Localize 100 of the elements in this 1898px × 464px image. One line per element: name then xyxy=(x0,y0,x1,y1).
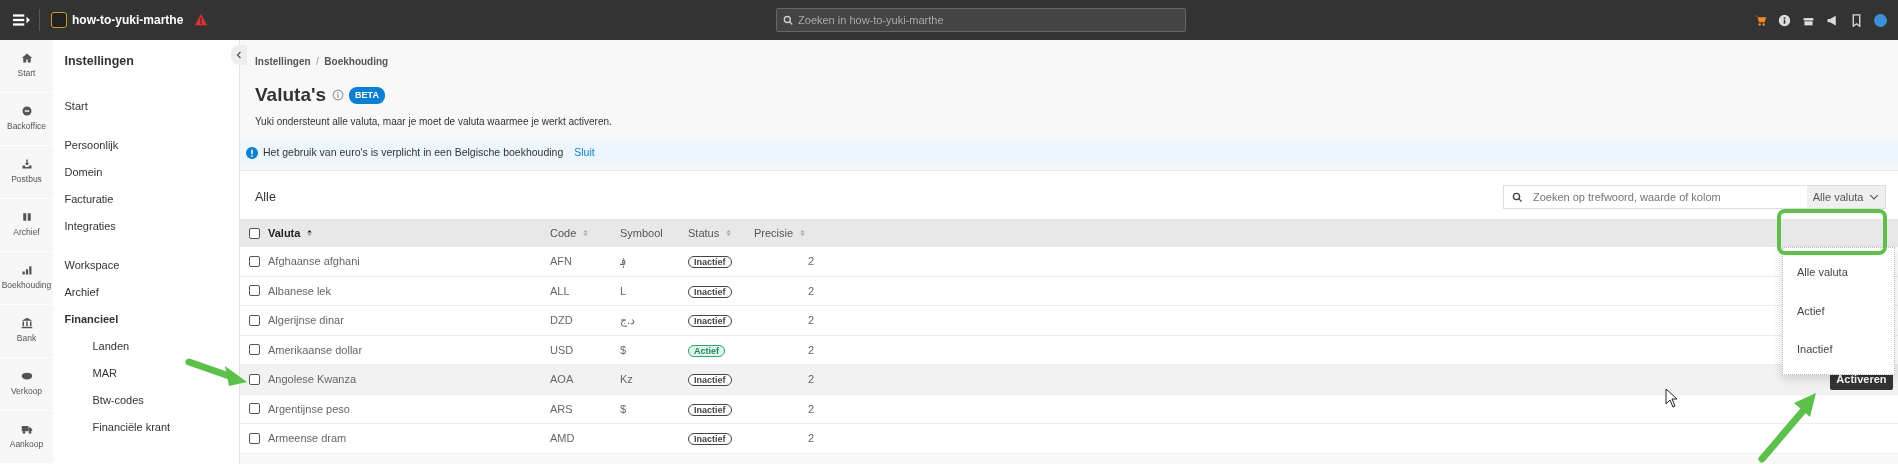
row-checkbox[interactable] xyxy=(248,373,260,385)
alert-icon xyxy=(245,146,258,159)
sidebar-item[interactable]: Facturatie xyxy=(58,185,114,213)
home-icon xyxy=(20,52,33,65)
search-icon xyxy=(782,14,794,26)
sidebar-item[interactable]: Integraties xyxy=(58,212,116,240)
status-badge: Actief xyxy=(688,344,725,357)
row-checkbox[interactable] xyxy=(248,255,260,267)
table-cell-text: AOA xyxy=(550,372,575,387)
table-cell-text: Angolese Kwanza xyxy=(268,372,358,387)
beta-badge: BETA xyxy=(349,86,385,104)
row-checkbox[interactable] xyxy=(248,314,260,326)
sidebar-title: Instellingen xyxy=(63,53,135,70)
warning-icon xyxy=(194,13,209,27)
table-cell: 2 xyxy=(807,373,814,385)
table-cell-text: Afghaanse afghani xyxy=(268,254,361,269)
close-link[interactable]: Sluit xyxy=(574,144,595,161)
nav-tile[interactable]: Aankoop xyxy=(0,411,53,464)
search-field[interactable]: Zoeken in how-to-yuki-marthe xyxy=(776,8,1187,32)
nav-tile[interactable]: Backoffice xyxy=(0,93,53,146)
bank-icon xyxy=(20,317,33,330)
workspace-title: how-to-yuki-marthe xyxy=(72,12,184,29)
table-cell-text: ARS xyxy=(550,401,574,417)
sidebar-subitem[interactable]: MAR xyxy=(92,359,117,387)
row-checkbox[interactable] xyxy=(248,432,260,444)
sidebar-subitem[interactable]: Financiële krant xyxy=(92,413,171,441)
table-cell: 2 xyxy=(807,432,814,444)
column-header[interactable]: Valuta xyxy=(268,224,550,242)
status-badge: Inactief xyxy=(688,433,732,445)
table-title: Alle xyxy=(255,188,276,206)
collapse-button[interactable] xyxy=(231,45,247,65)
sort-icon xyxy=(798,228,806,238)
row-checkbox[interactable] xyxy=(248,403,260,415)
nav-tile[interactable]: Boekhouding xyxy=(0,252,53,305)
nav-tile[interactable]: Verkoop xyxy=(0,358,53,411)
table-row[interactable]: Angolese Kwanza AOA Kz Inactief 2 Activeren xyxy=(240,365,1898,395)
table-cell-text: Albanese lek xyxy=(268,283,332,299)
table-cell-text: Armeense dram xyxy=(268,431,348,446)
table-cell: ؋ xyxy=(620,255,626,267)
column-header[interactable]: Code xyxy=(550,224,620,242)
inbox-tray-icon xyxy=(20,158,33,171)
sidebar-subitem[interactable]: Btw-codes xyxy=(92,386,144,414)
sidebar-item[interactable]: Start xyxy=(58,92,88,120)
table-cell-text: ALL xyxy=(550,283,571,299)
column-header[interactable]: Symbool xyxy=(620,224,688,242)
status-badge: Inactief xyxy=(688,256,732,268)
info-icon[interactable] xyxy=(1778,13,1791,27)
breadcrumb-link[interactable]: Instellingen xyxy=(255,54,311,69)
row-checkbox[interactable] xyxy=(248,344,260,356)
sidebar-item[interactable]: Workspace xyxy=(58,251,120,279)
table-cell: $ xyxy=(620,402,627,415)
table-cell: $ xyxy=(620,343,627,356)
bar-chart-icon xyxy=(20,264,33,277)
table-search-field[interactable]: Zoeken op trefwoord, waarde of kolom Alle valuta xyxy=(1503,185,1886,209)
status-badge: Inactief xyxy=(688,315,732,327)
select-all-checkbox[interactable] xyxy=(248,227,260,239)
page-subtitle: Yuki ondersteunt alle valuta, maar je moet de valuta waarmee je werkt activeren. xyxy=(254,114,613,129)
logo-icon xyxy=(50,12,67,28)
chevron-left-icon xyxy=(235,51,243,59)
nav-tile[interactable]: Bank xyxy=(0,305,53,358)
table-cell-text: Amerikaanse dollar xyxy=(268,342,364,358)
sidebar-subitem[interactable]: Landen xyxy=(92,332,130,360)
table-cell: 2 xyxy=(807,402,814,415)
row-checkbox[interactable] xyxy=(248,285,260,297)
search-input[interactable]: Zoeken in how-to-yuki-marthe xyxy=(796,10,1180,30)
sidebar-item[interactable]: Persoonlijk xyxy=(58,131,119,159)
megaphone-icon[interactable] xyxy=(1826,13,1839,27)
table-cell-text: Argentijnse peso xyxy=(268,401,351,417)
sidebar-item[interactable]: Financieel xyxy=(58,305,119,333)
table-cell-text: AFN xyxy=(550,254,573,269)
sort-ascending-icon xyxy=(305,228,313,238)
table-cell-text: Algerijnse dinar xyxy=(268,313,345,328)
avatar-icon[interactable] xyxy=(1874,13,1887,27)
notice-text: Het gebruik van euro's is verplicht in een Belgische boekhouding xyxy=(263,144,564,160)
breadcrumb-separator: / xyxy=(316,55,319,69)
nav-tile[interactable]: Start xyxy=(0,40,53,93)
table-cell: 2 xyxy=(807,284,814,297)
truck-icon xyxy=(20,423,33,436)
nav-tile[interactable]: Archief xyxy=(0,199,53,252)
table-cell: 2 xyxy=(807,255,814,267)
bookmark-icon[interactable] xyxy=(1850,13,1863,27)
nav-tile[interactable]: Postbus xyxy=(0,146,53,199)
column-header[interactable]: Status xyxy=(688,224,754,242)
breadcrumb-link[interactable]: Boekhouding xyxy=(324,54,389,69)
table-cell-text: USD xyxy=(550,342,575,358)
table-cell: Kz xyxy=(620,373,633,385)
filter-dropdown[interactable]: Alle valuta xyxy=(1806,186,1885,208)
sidebar-item[interactable]: Domein xyxy=(58,158,103,186)
table-cell: 2 xyxy=(807,343,814,356)
table-cell: د.ج xyxy=(620,314,636,326)
column-header[interactable]: Precisie xyxy=(754,224,814,242)
status-badge: Inactief xyxy=(688,403,732,416)
binder-icon xyxy=(20,211,33,224)
mouse-pointer-icon xyxy=(1665,388,1679,408)
status-badge: Inactief xyxy=(688,374,732,386)
sort-icon xyxy=(724,228,732,238)
sidebar-item[interactable]: Archief xyxy=(58,278,99,306)
search-icon xyxy=(1512,191,1523,203)
table-cell: L xyxy=(620,284,627,297)
table-cell: 2 xyxy=(807,314,814,326)
